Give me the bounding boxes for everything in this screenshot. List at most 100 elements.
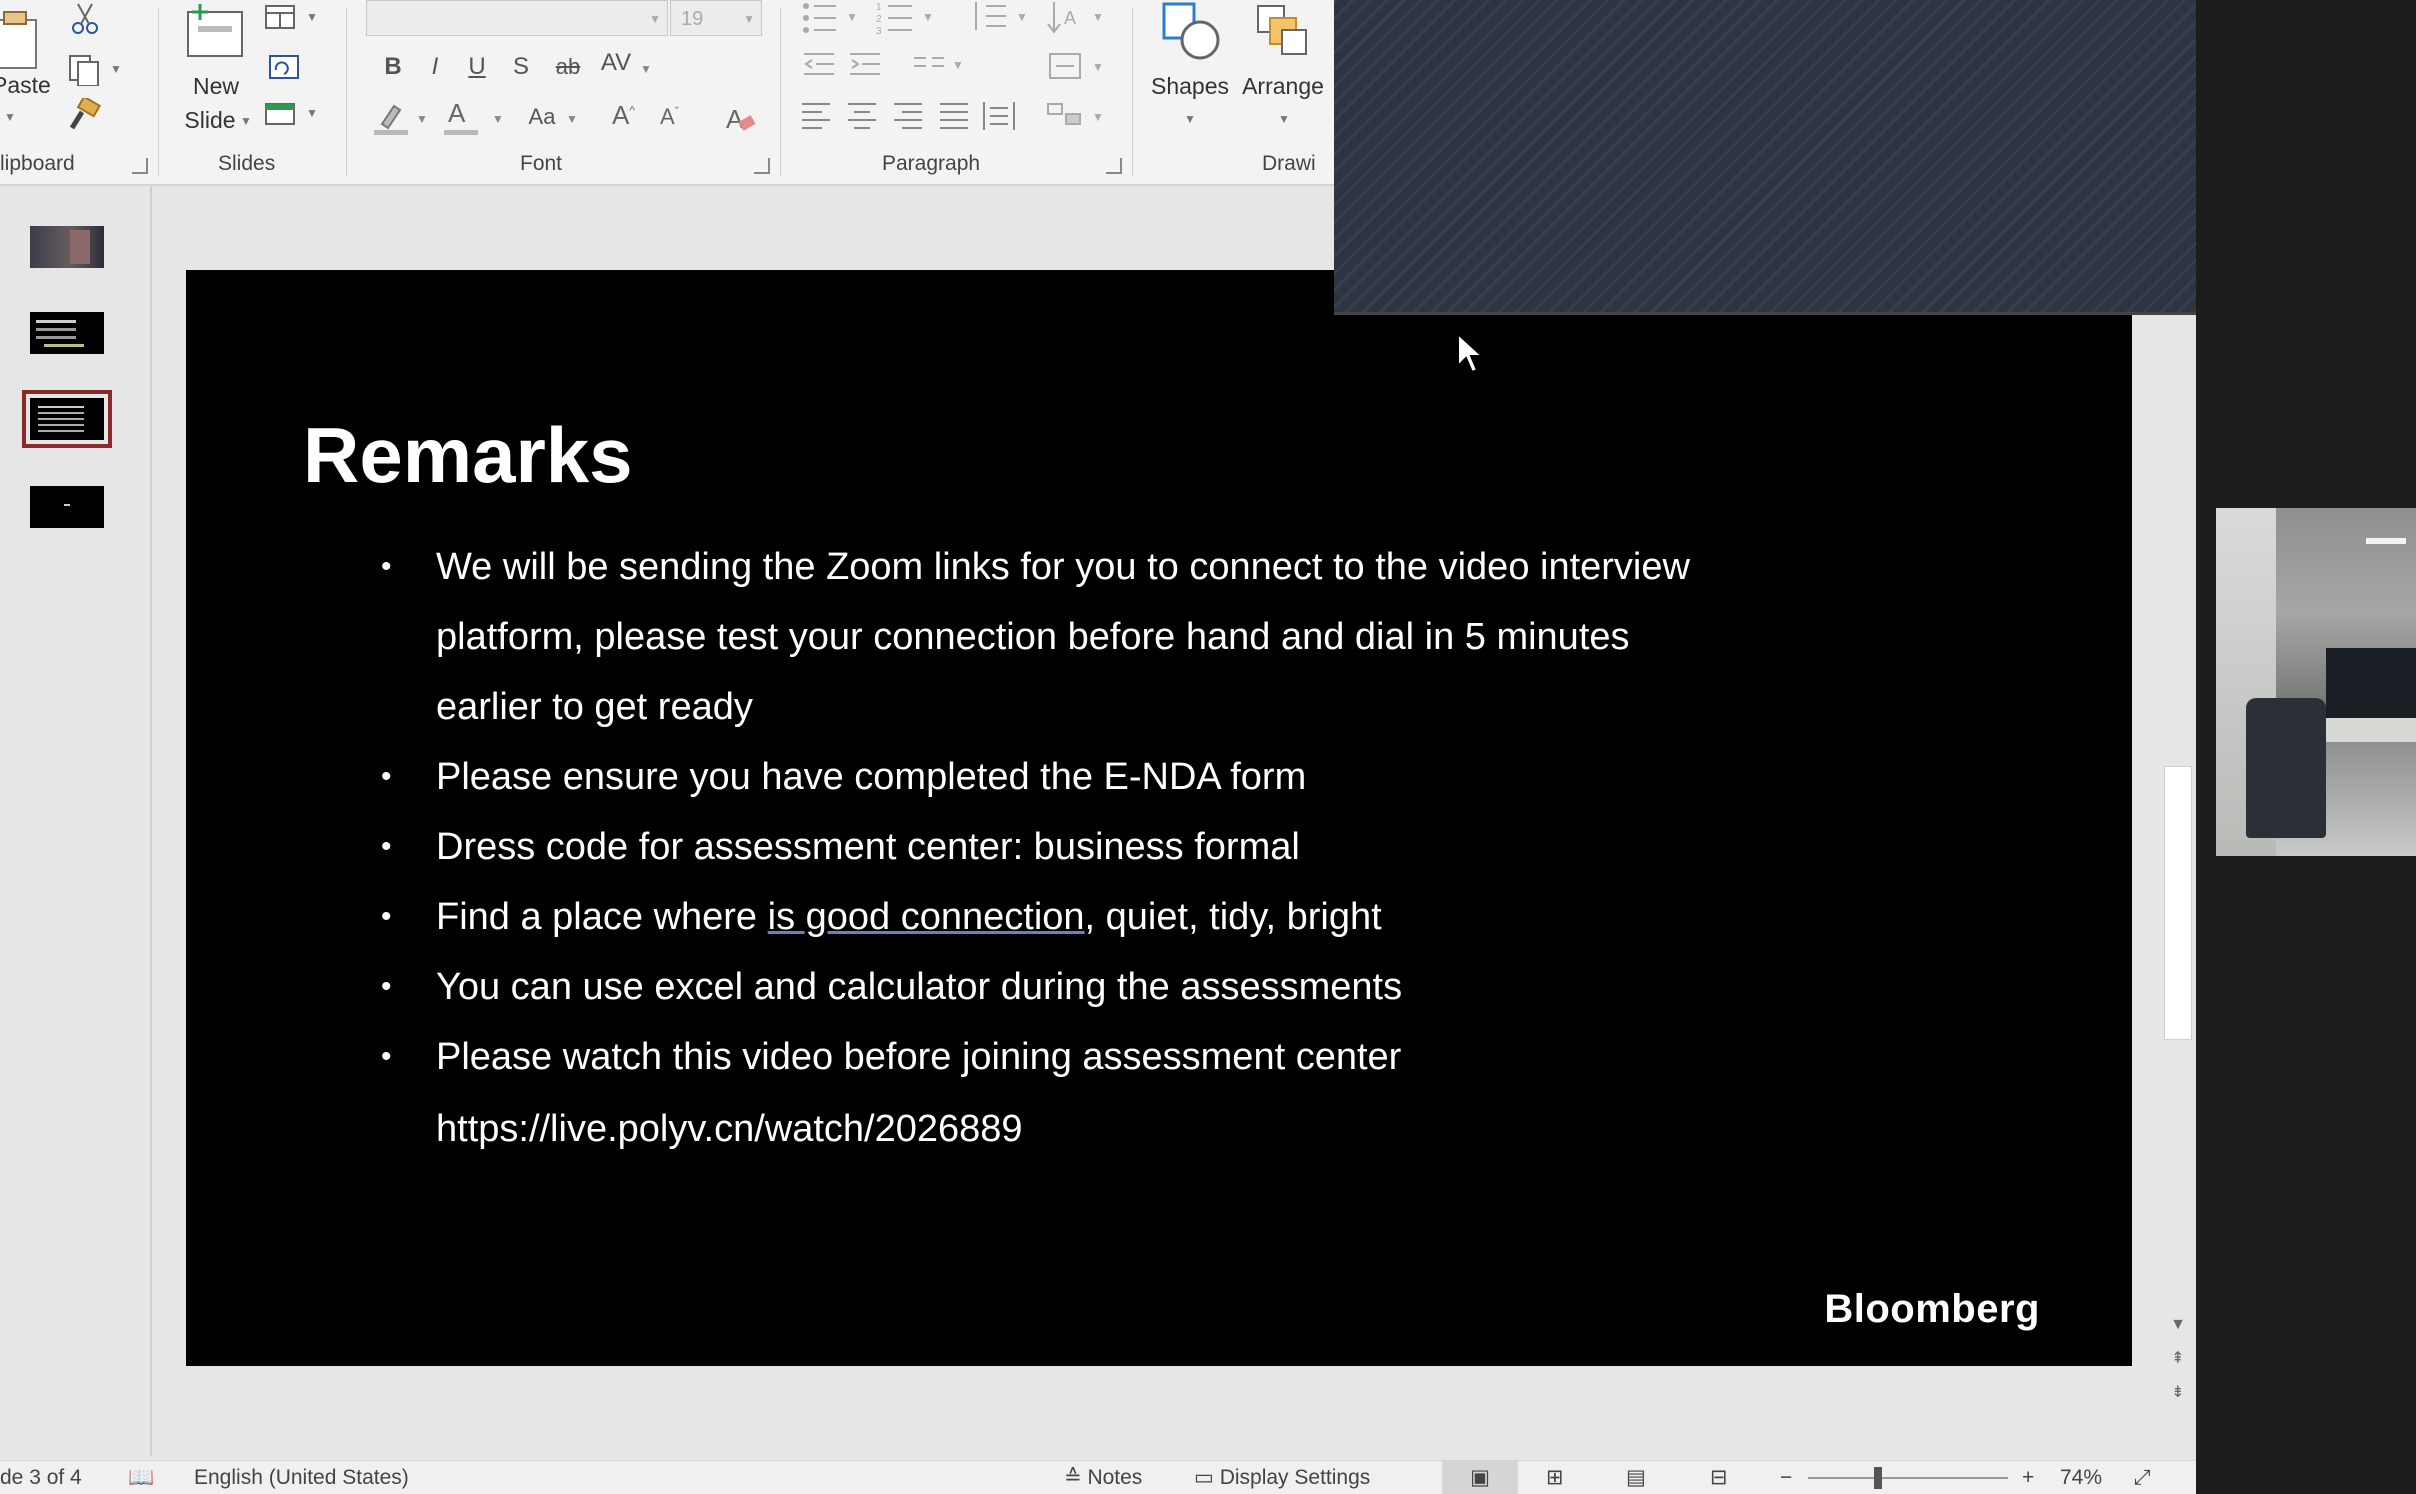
strikethrough-button[interactable]: ab [548,52,588,82]
bullets-button[interactable]: ▼ [800,0,864,36]
italic-button[interactable]: I [420,52,450,82]
cut-icon[interactable] [70,2,100,36]
font-size-combo[interactable]: 19 ▼ [670,0,762,36]
align-text-dropdown-icon[interactable]: ▼ [1092,60,1104,74]
shapes-dropdown-icon[interactable]: ▼ [1184,112,1196,126]
font-name-dropdown-icon[interactable]: ▼ [649,1,661,37]
new-slide-dropdown-icon[interactable]: ▼ [240,114,252,128]
office-chair [2246,698,2326,838]
layout-button[interactable]: ▼ [264,4,324,36]
notes-button[interactable]: ≙ Notes [1064,1465,1142,1491]
copy-dropdown-icon[interactable]: ▼ [110,62,122,76]
font-size-dropdown-icon[interactable]: ▼ [743,1,755,37]
columns-dropdown-icon[interactable]: ▼ [952,58,964,72]
align-text-button[interactable]: ▼ [1046,50,1110,86]
display-settings-button[interactable]: ▭ Display Settings [1194,1465,1370,1491]
grow-font-button[interactable]: A^ [612,100,635,131]
slide-thumbnail-3[interactable] [22,390,112,448]
distribute-icon[interactable] [982,100,1016,130]
shadow-button[interactable]: S [506,52,536,82]
highlight-dropdown-icon[interactable]: ▼ [416,112,428,126]
paste-button[interactable]: Paste ▼ [0,0,52,140]
bullet-item: Please ensure you have completed the E-N… [381,742,1741,812]
increase-indent-icon[interactable] [848,50,884,82]
decrease-indent-icon[interactable] [802,50,838,82]
zoom-level[interactable]: 74% [2060,1465,2102,1491]
zoom-slider-thumb[interactable] [1874,1467,1882,1489]
slide-canvas[interactable]: Remarks We will be sending the Zoom link… [186,270,2132,1366]
paragraph-launcher-icon[interactable] [1106,158,1122,174]
paste-dropdown-icon[interactable]: ▼ [4,110,16,124]
align-center-icon[interactable] [846,100,880,130]
change-case-button[interactable]: Aa [520,102,564,132]
slide-title[interactable]: Remarks [303,410,633,501]
font-launcher-icon[interactable] [754,158,770,174]
spell-check-icon[interactable]: 📖 [128,1465,154,1491]
vertical-scrollbar[interactable]: ▼ ⇞ ⇟ [2160,184,2196,1406]
smartart-dropdown-icon[interactable]: ▼ [1092,110,1104,124]
normal-view-icon[interactable]: ▣ [1442,1461,1518,1494]
bullet-list[interactable]: We will be sending the Zoom links for yo… [381,532,1741,1166]
video-url: https://live.polyv.cn/watch/2026889 [436,1108,1023,1150]
zoom-in-button[interactable]: + [2022,1465,2034,1491]
previous-slide-icon[interactable]: ⇞ [2166,1348,2190,1370]
section-dropdown-icon[interactable]: ▼ [306,106,318,120]
font-color-dropdown-icon[interactable]: ▼ [492,112,504,126]
zoom-slider-track[interactable] [1808,1477,2008,1479]
bullet-text: Find a place where [436,896,768,938]
character-spacing-button[interactable]: AV [594,48,638,78]
highlight-button[interactable]: ▼ [372,100,432,136]
line-spacing-button[interactable]: ▼ [970,0,1034,36]
layout-icon [265,5,295,29]
reading-view-icon[interactable]: ▤ [1626,1465,1646,1491]
bold-button[interactable]: B [378,52,408,82]
spacing-dropdown-icon[interactable]: ▼ [640,62,652,76]
mouse-cursor-icon [1457,332,1484,374]
layout-dropdown-icon[interactable]: ▼ [306,10,318,24]
clipboard-launcher-icon[interactable] [132,158,148,174]
next-slide-icon[interactable]: ⇟ [2166,1382,2190,1404]
scrollbar-thumb[interactable] [2164,766,2192,1040]
arrange-dropdown-icon[interactable]: ▼ [1278,112,1290,126]
numbering-dropdown-icon[interactable]: ▼ [922,10,934,24]
bullet-item: Dress code for assessment center: busine… [381,812,1741,882]
line-spacing-icon [975,2,1006,30]
justify-icon[interactable] [938,100,972,130]
format-painter-icon[interactable] [66,98,102,132]
text-direction-dropdown-icon[interactable]: ▼ [1092,10,1104,24]
smartart-icon [1047,103,1081,125]
slide-sorter-icon[interactable]: ⊞ [1546,1465,1564,1491]
scroll-down-arrow-icon[interactable]: ▼ [2166,1314,2190,1336]
slide-thumbnail-4[interactable] [30,486,104,528]
align-text-icon [1049,53,1081,79]
bullets-dropdown-icon[interactable]: ▼ [846,10,858,24]
font-color-bar [444,130,478,135]
reset-slide-icon[interactable] [264,50,304,84]
font-color-button[interactable]: A ▼ [444,98,504,136]
smartart-button[interactable]: ▼ [1046,100,1110,136]
copy-button[interactable]: ▼ [66,52,126,88]
slide-show-icon[interactable]: ⊟ [1710,1465,1728,1491]
new-slide-button[interactable]: New Slide ▼ [174,0,254,140]
section-button[interactable]: ▼ [264,100,324,132]
font-name-combo[interactable]: ▼ [366,0,668,36]
columns-button[interactable]: ▼ [912,54,972,82]
align-left-icon[interactable] [800,100,834,130]
zoom-out-button[interactable]: − [1780,1465,1792,1491]
arrange-button[interactable]: Arrange ▼ [1238,0,1328,140]
svg-text:A: A [726,104,744,134]
group-separator [158,8,159,176]
line-spacing-dropdown-icon[interactable]: ▼ [1016,10,1028,24]
underline-button[interactable]: U [462,52,492,82]
shrink-font-button[interactable]: Aˇ [660,104,679,130]
change-case-dropdown-icon[interactable]: ▼ [566,112,578,126]
slide-thumbnail-1[interactable] [30,226,104,268]
numbering-button[interactable]: 1 2 3 ▼ [876,0,940,37]
text-direction-button[interactable]: A ▼ [1046,0,1110,36]
slide-thumbnail-2[interactable] [30,312,104,354]
language-indicator[interactable]: English (United States) [194,1465,409,1491]
shapes-button[interactable]: Shapes ▼ [1150,0,1230,140]
clear-formatting-icon[interactable]: A [722,100,758,136]
fit-to-window-icon[interactable]: ⤢ [2134,1465,2151,1491]
align-right-icon[interactable] [892,100,926,130]
